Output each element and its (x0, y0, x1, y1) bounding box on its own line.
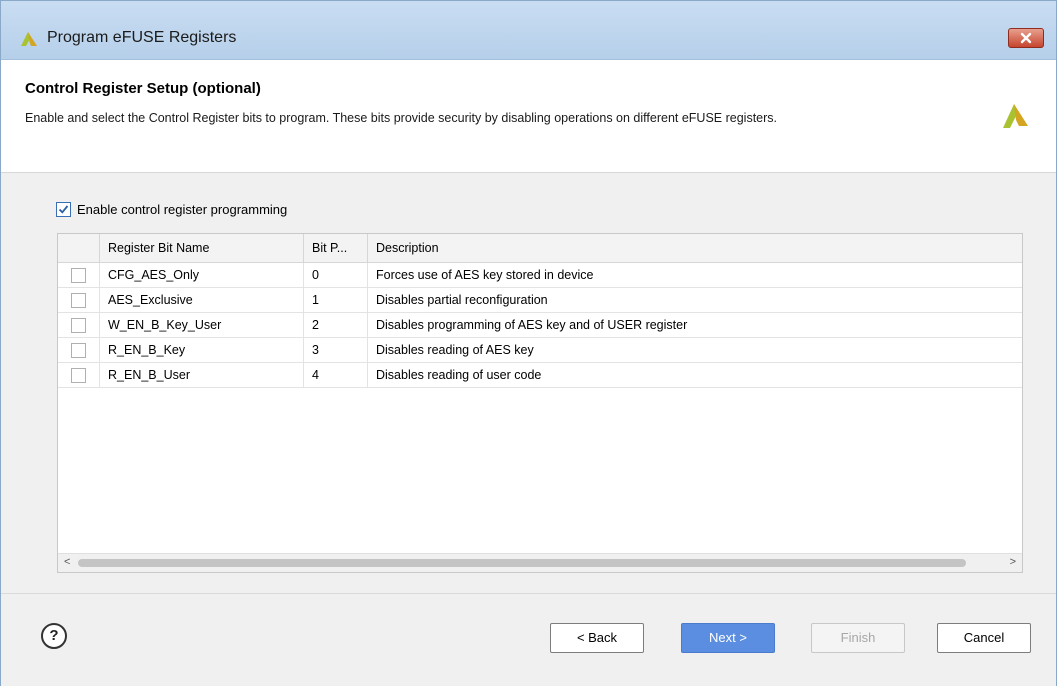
register-bit-name: AES_Exclusive (100, 288, 304, 312)
window-title: Program eFUSE Registers (47, 29, 237, 46)
wizard-footer: ? < Back Next > Finish Cancel (1, 593, 1056, 686)
table-row[interactable]: CFG_AES_Only 0 Forces use of AES key sto… (58, 263, 1022, 288)
bit-position: 0 (304, 263, 368, 287)
bit-description: Disables partial reconfiguration (376, 293, 548, 307)
bit-description: Disables reading of user code (376, 368, 542, 382)
xilinx-logo-icon (21, 32, 37, 46)
scroll-right-arrow[interactable]: > (1010, 556, 1016, 568)
register-bit-name: W_EN_B_Key_User (100, 313, 304, 337)
column-header-description[interactable]: Description (368, 234, 1022, 262)
register-bit-name: R_EN_B_Key (100, 338, 304, 362)
cancel-button[interactable]: Cancel (937, 623, 1031, 653)
scrollbar-thumb[interactable] (78, 559, 966, 567)
bit-description: Disables reading of AES key (376, 343, 534, 357)
xilinx-logo-icon (1003, 104, 1028, 128)
table-row[interactable]: W_EN_B_Key_User 2 Disables programming o… (58, 313, 1022, 338)
help-icon: ? (49, 627, 59, 644)
enable-label: Enable control register programming (77, 202, 288, 218)
wizard-header: Control Register Setup (optional) Enable… (1, 60, 1056, 173)
row-select-cell (58, 363, 100, 387)
close-icon (1020, 32, 1032, 44)
page-description: Enable and select the Control Register b… (25, 111, 778, 125)
register-bits-table: Register Bit Name Bit P... Description C… (57, 233, 1023, 573)
bit-position: 1 (304, 288, 368, 312)
close-button[interactable] (1008, 28, 1044, 48)
row-checkbox[interactable] (71, 318, 86, 333)
bit-description: Disables programming of AES key and of U… (376, 318, 688, 332)
register-bit-name: CFG_AES_Only (100, 263, 304, 287)
dialog-window: Program eFUSE Registers Control Register… (0, 0, 1057, 686)
row-select-cell (58, 263, 100, 287)
next-button[interactable]: Next > (681, 623, 775, 653)
horizontal-scrollbar[interactable]: < > (58, 553, 1022, 572)
row-checkbox[interactable] (71, 268, 86, 283)
finish-button[interactable]: Finish (811, 623, 905, 653)
scroll-left-arrow[interactable]: < (64, 556, 70, 568)
column-header-bit-position[interactable]: Bit P... (304, 234, 368, 262)
bit-description: Forces use of AES key stored in device (376, 268, 594, 282)
wizard-content: Enable control register programming Regi… (1, 173, 1056, 593)
table-row[interactable]: R_EN_B_Key 3 Disables reading of AES key (58, 338, 1022, 363)
table-row[interactable]: R_EN_B_User 4 Disables reading of user c… (58, 363, 1022, 388)
column-header-select[interactable] (58, 234, 100, 262)
bit-position: 4 (304, 363, 368, 387)
page-title: Control Register Setup (optional) (25, 80, 261, 97)
back-button[interactable]: < Back (550, 623, 644, 653)
checkmark-icon (58, 205, 69, 214)
row-checkbox[interactable] (71, 293, 86, 308)
table-row[interactable]: AES_Exclusive 1 Disables partial reconfi… (58, 288, 1022, 313)
register-bit-name: R_EN_B_User (100, 363, 304, 387)
bit-position: 3 (304, 338, 368, 362)
row-checkbox[interactable] (71, 368, 86, 383)
row-select-cell (58, 288, 100, 312)
title-bar: Program eFUSE Registers (1, 1, 1056, 60)
row-select-cell (58, 338, 100, 362)
row-select-cell (58, 313, 100, 337)
enable-control-register-checkbox[interactable]: Enable control register programming (56, 201, 287, 219)
table-header: Register Bit Name Bit P... Description (58, 234, 1022, 263)
column-header-register-bit-name[interactable]: Register Bit Name (100, 234, 304, 262)
checkbox[interactable] (56, 202, 71, 218)
help-button[interactable]: ? (41, 623, 67, 649)
row-checkbox[interactable] (71, 343, 86, 358)
bit-position: 2 (304, 313, 368, 337)
